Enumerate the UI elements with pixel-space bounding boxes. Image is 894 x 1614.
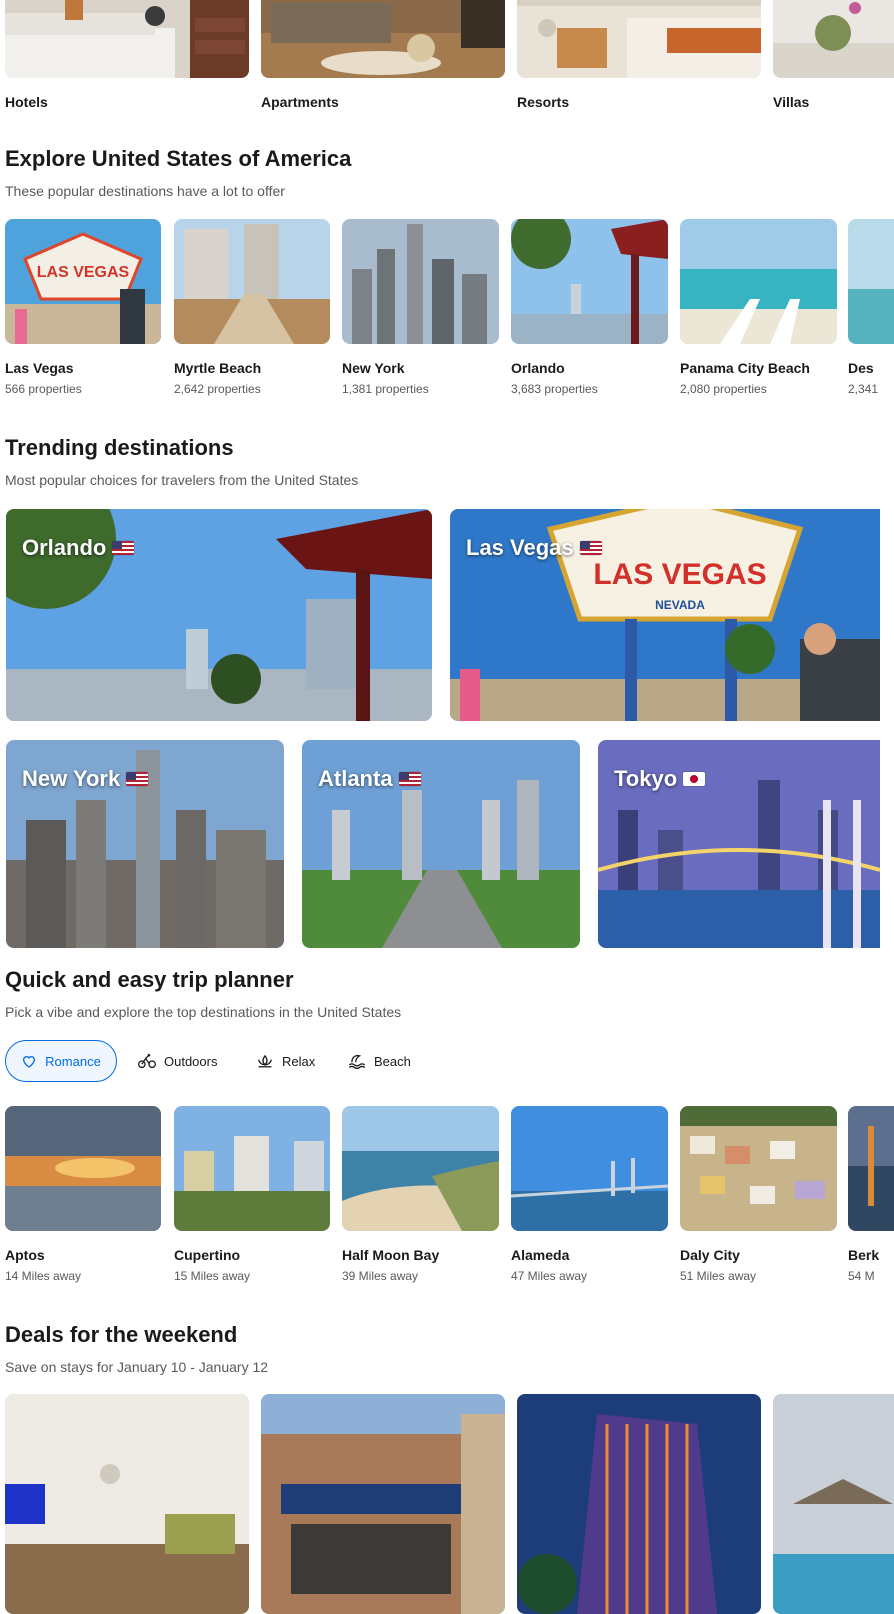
apartments-image[interactable] [261,0,505,78]
explore-card-name[interactable]: Panama City Beach [680,360,810,376]
trending-title: Trending destinations [5,435,234,460]
explore-card-meta: 1,381 properties [342,382,429,396]
destination-image-partial[interactable] [848,219,894,344]
us-flag-icon [579,541,602,555]
las-vegas-image[interactable]: LAS VEGAS [5,219,161,344]
trending-subtitle: Most popular choices for travelers from … [5,472,359,488]
planner-card-name[interactable]: Daly City [680,1247,740,1263]
us-flag-icon [126,772,149,786]
planner-card-name[interactable]: Half Moon Bay [342,1247,439,1263]
myrtle-beach-image[interactable] [174,219,330,344]
us-flag-icon [398,772,421,786]
chip-outdoors[interactable]: Outdoors [126,1040,229,1082]
deal-card-image[interactable] [517,1394,761,1614]
explore-card-name[interactable]: Las Vegas [5,360,74,376]
resorts-image[interactable] [517,0,761,78]
trending-card-tokyo[interactable]: Tokyo [598,740,880,948]
planner-card-name[interactable]: Cupertino [174,1247,240,1263]
half-moon-bay-image[interactable] [342,1106,499,1231]
planner-card-meta: 54 M [848,1269,875,1283]
trending-card-las-vegas[interactable]: LAS VEGAS NEVADA Las Vegas [450,509,880,721]
chip-beach[interactable]: Beach [336,1040,423,1082]
trending-card-new-york[interactable]: New York [6,740,284,948]
planner-card-name[interactable]: Alameda [511,1247,569,1263]
beach-wave-icon [348,1054,366,1069]
deal-card-image-partial[interactable] [773,1394,894,1614]
explore-card-name[interactable]: Orlando [511,360,565,376]
trending-card-name: Las Vegas [466,535,574,560]
daly-city-image[interactable] [680,1106,837,1231]
trending-card-name: Tokyo [614,766,678,791]
svg-text:LAS VEGAS: LAS VEGAS [593,558,766,591]
berkeley-image-partial[interactable] [848,1106,894,1231]
cupertino-image[interactable] [174,1106,330,1231]
explore-card-meta: 2,642 properties [174,382,261,396]
chip-label: Outdoors [164,1053,218,1069]
villas-image[interactable] [773,0,894,78]
property-type-hotels[interactable]: Hotels [5,94,48,110]
orlando-image[interactable] [511,219,668,344]
panama-city-beach-image[interactable] [680,219,837,344]
explore-card-meta: 2,080 properties [680,382,767,396]
bicycle-icon [138,1053,156,1069]
chip-label: Relax [282,1053,316,1069]
planner-card-meta: 14 Miles away [5,1269,82,1283]
deals-title: Deals for the weekend [5,1322,238,1347]
chip-label: Beach [374,1053,411,1069]
trending-card-orlando[interactable]: Orlando [6,509,432,721]
explore-title: Explore United States of America [5,146,352,171]
explore-card-name[interactable]: New York [342,360,405,376]
aptos-image[interactable] [5,1106,161,1231]
planner-card-meta: 47 Miles away [511,1269,588,1283]
property-type-apartments[interactable]: Apartments [261,94,339,110]
new-york-image[interactable] [342,219,499,344]
explore-card-meta: 566 properties [5,382,82,396]
property-type-villas[interactable]: Villas [773,94,809,110]
lotus-icon [257,1054,273,1068]
chip-label: Romance [45,1053,101,1069]
explore-card-meta: 3,683 properties [511,382,598,396]
trending-card-name: New York [22,766,121,791]
explore-subtitle: These popular destinations have a lot to… [5,183,285,199]
trending-card-name: Atlanta [318,766,393,791]
property-type-resorts[interactable]: Resorts [517,94,569,110]
trending-card-atlanta[interactable]: Atlanta [302,740,580,948]
explore-card-meta: 2,341 [848,382,879,396]
chip-romance[interactable]: Romance [5,1040,117,1082]
japan-flag-icon [683,772,706,786]
deal-card-image[interactable] [5,1394,249,1614]
hotels-image[interactable] [5,0,249,78]
deals-subtitle: Save on stays for January 10 - January 1… [5,1359,269,1375]
chip-relax[interactable]: Relax [244,1040,327,1082]
planner-card-meta: 39 Miles away [342,1269,419,1283]
planner-card-name[interactable]: Berk [848,1247,879,1263]
us-flag-icon [112,541,135,555]
trending-card-name: Orlando [22,535,107,560]
planner-card-meta: 51 Miles away [680,1269,757,1283]
explore-card-name[interactable]: Des [848,360,874,376]
svg-text:LAS VEGAS: LAS VEGAS [37,264,130,281]
deal-card-image[interactable] [261,1394,505,1614]
svg-text:NEVADA: NEVADA [655,598,705,612]
planner-card-name[interactable]: Aptos [5,1247,45,1263]
alameda-image[interactable] [511,1106,668,1231]
planner-card-meta: 15 Miles away [174,1269,251,1283]
explore-card-name[interactable]: Myrtle Beach [174,360,261,376]
planner-subtitle: Pick a vibe and explore the top destinat… [5,1004,402,1020]
heart-icon [23,1056,36,1068]
planner-title: Quick and easy trip planner [5,967,294,992]
